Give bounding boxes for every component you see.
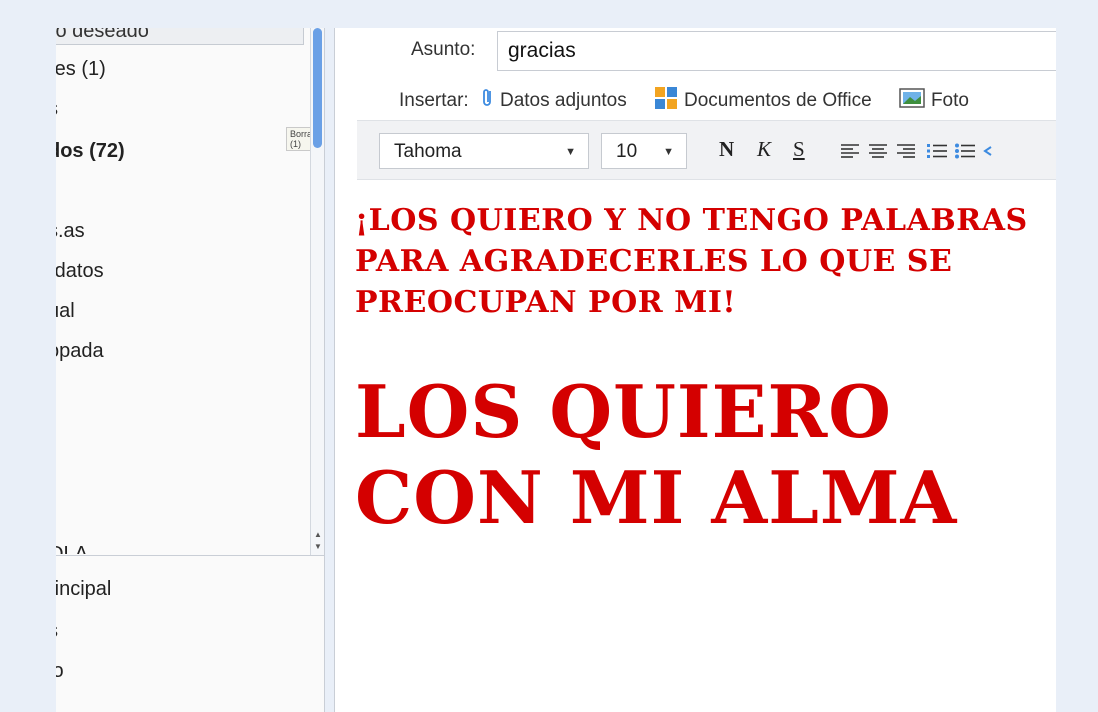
- subject-input[interactable]: [497, 31, 1057, 71]
- subject-label: Asunto:: [411, 39, 476, 60]
- photo-icon: [899, 88, 925, 114]
- office-docs-label: Documentos de Office: [684, 90, 872, 112]
- folder-item-dos[interactable]: dos (72): [56, 140, 125, 163]
- scroll-up-icon[interactable]: ▲: [313, 530, 323, 540]
- font-select[interactable]: Tahoma ▼: [379, 133, 589, 169]
- chevron-down-icon: ▼: [663, 146, 674, 158]
- scrollbar-thumb[interactable]: [313, 28, 322, 148]
- folder-scrollbar[interactable]: ▲ ▼: [310, 28, 324, 556]
- scroll-down-icon[interactable]: ▼: [313, 542, 323, 552]
- folder-item-ual[interactable]: ual: [56, 300, 75, 323]
- font-size-value: 10: [616, 141, 638, 162]
- folder-item-sas[interactable]: s.as: [56, 220, 85, 243]
- folder-item-deseado[interactable]: lo deseado: [56, 28, 304, 45]
- folder-item-principal[interactable]: rincipal: [56, 578, 111, 601]
- attach-label: Datos adjuntos: [499, 90, 627, 112]
- bold-button[interactable]: N: [719, 137, 734, 162]
- folder-item-io[interactable]: io: [56, 660, 64, 683]
- insert-label: Insertar:: [399, 90, 469, 111]
- folder-item-ola[interactable]: OLA: [56, 540, 88, 554]
- photo-label: Foto: [930, 90, 969, 112]
- folder-item-borradores[interactable]: res (1): [56, 58, 106, 81]
- pane-divider: [56, 555, 324, 556]
- align-left-icon[interactable]: [841, 143, 859, 164]
- bullet-list-icon[interactable]: [955, 143, 975, 164]
- italic-button[interactable]: K: [757, 137, 771, 162]
- outdent-icon[interactable]: [983, 143, 993, 164]
- format-toolbar: Tahoma ▼ 10 ▼ N K S: [357, 120, 1057, 180]
- folder-item-s2[interactable]: s: [56, 620, 58, 643]
- chevron-down-icon: ▼: [565, 146, 576, 158]
- folder-item-s[interactable]: s: [56, 98, 58, 121]
- align-right-icon[interactable]: [897, 143, 915, 164]
- office-icon: [654, 86, 678, 116]
- insert-row: Insertar: Datos adjuntos Documentos de O…: [399, 86, 991, 116]
- office-docs-button[interactable]: Documentos de Office: [654, 86, 872, 116]
- compose-area: Asunto: Insertar: Datos adjuntos Documen…: [334, 28, 1057, 712]
- underline-button[interactable]: S: [793, 137, 805, 162]
- photo-button[interactable]: Foto: [899, 88, 969, 114]
- attach-button[interactable]: Datos adjuntos: [482, 87, 627, 115]
- font-value: Tahoma: [394, 141, 462, 162]
- align-center-icon[interactable]: [869, 143, 887, 164]
- folder-pane: lo deseado res (1) s dos (72) s.as -dato…: [56, 28, 325, 712]
- font-size-select[interactable]: 10 ▼: [601, 133, 687, 169]
- folder-item-opada[interactable]: opada: [56, 340, 104, 363]
- body-paragraph-1: ¡LOS QUIERO Y NO TENGO PALABRAS PARA AGR…: [355, 203, 1028, 320]
- body-paragraph-2: LOS QUIERO CON MI ALMA: [355, 369, 958, 540]
- numbered-list-icon[interactable]: [927, 143, 947, 164]
- message-body[interactable]: ¡LOS QUIERO Y NO TENGO PALABRAS PARA AGR…: [355, 200, 1035, 541]
- folder-item-datos[interactable]: -datos: [56, 260, 104, 283]
- paperclip-icon: [482, 87, 494, 115]
- window-margin: [1056, 0, 1098, 712]
